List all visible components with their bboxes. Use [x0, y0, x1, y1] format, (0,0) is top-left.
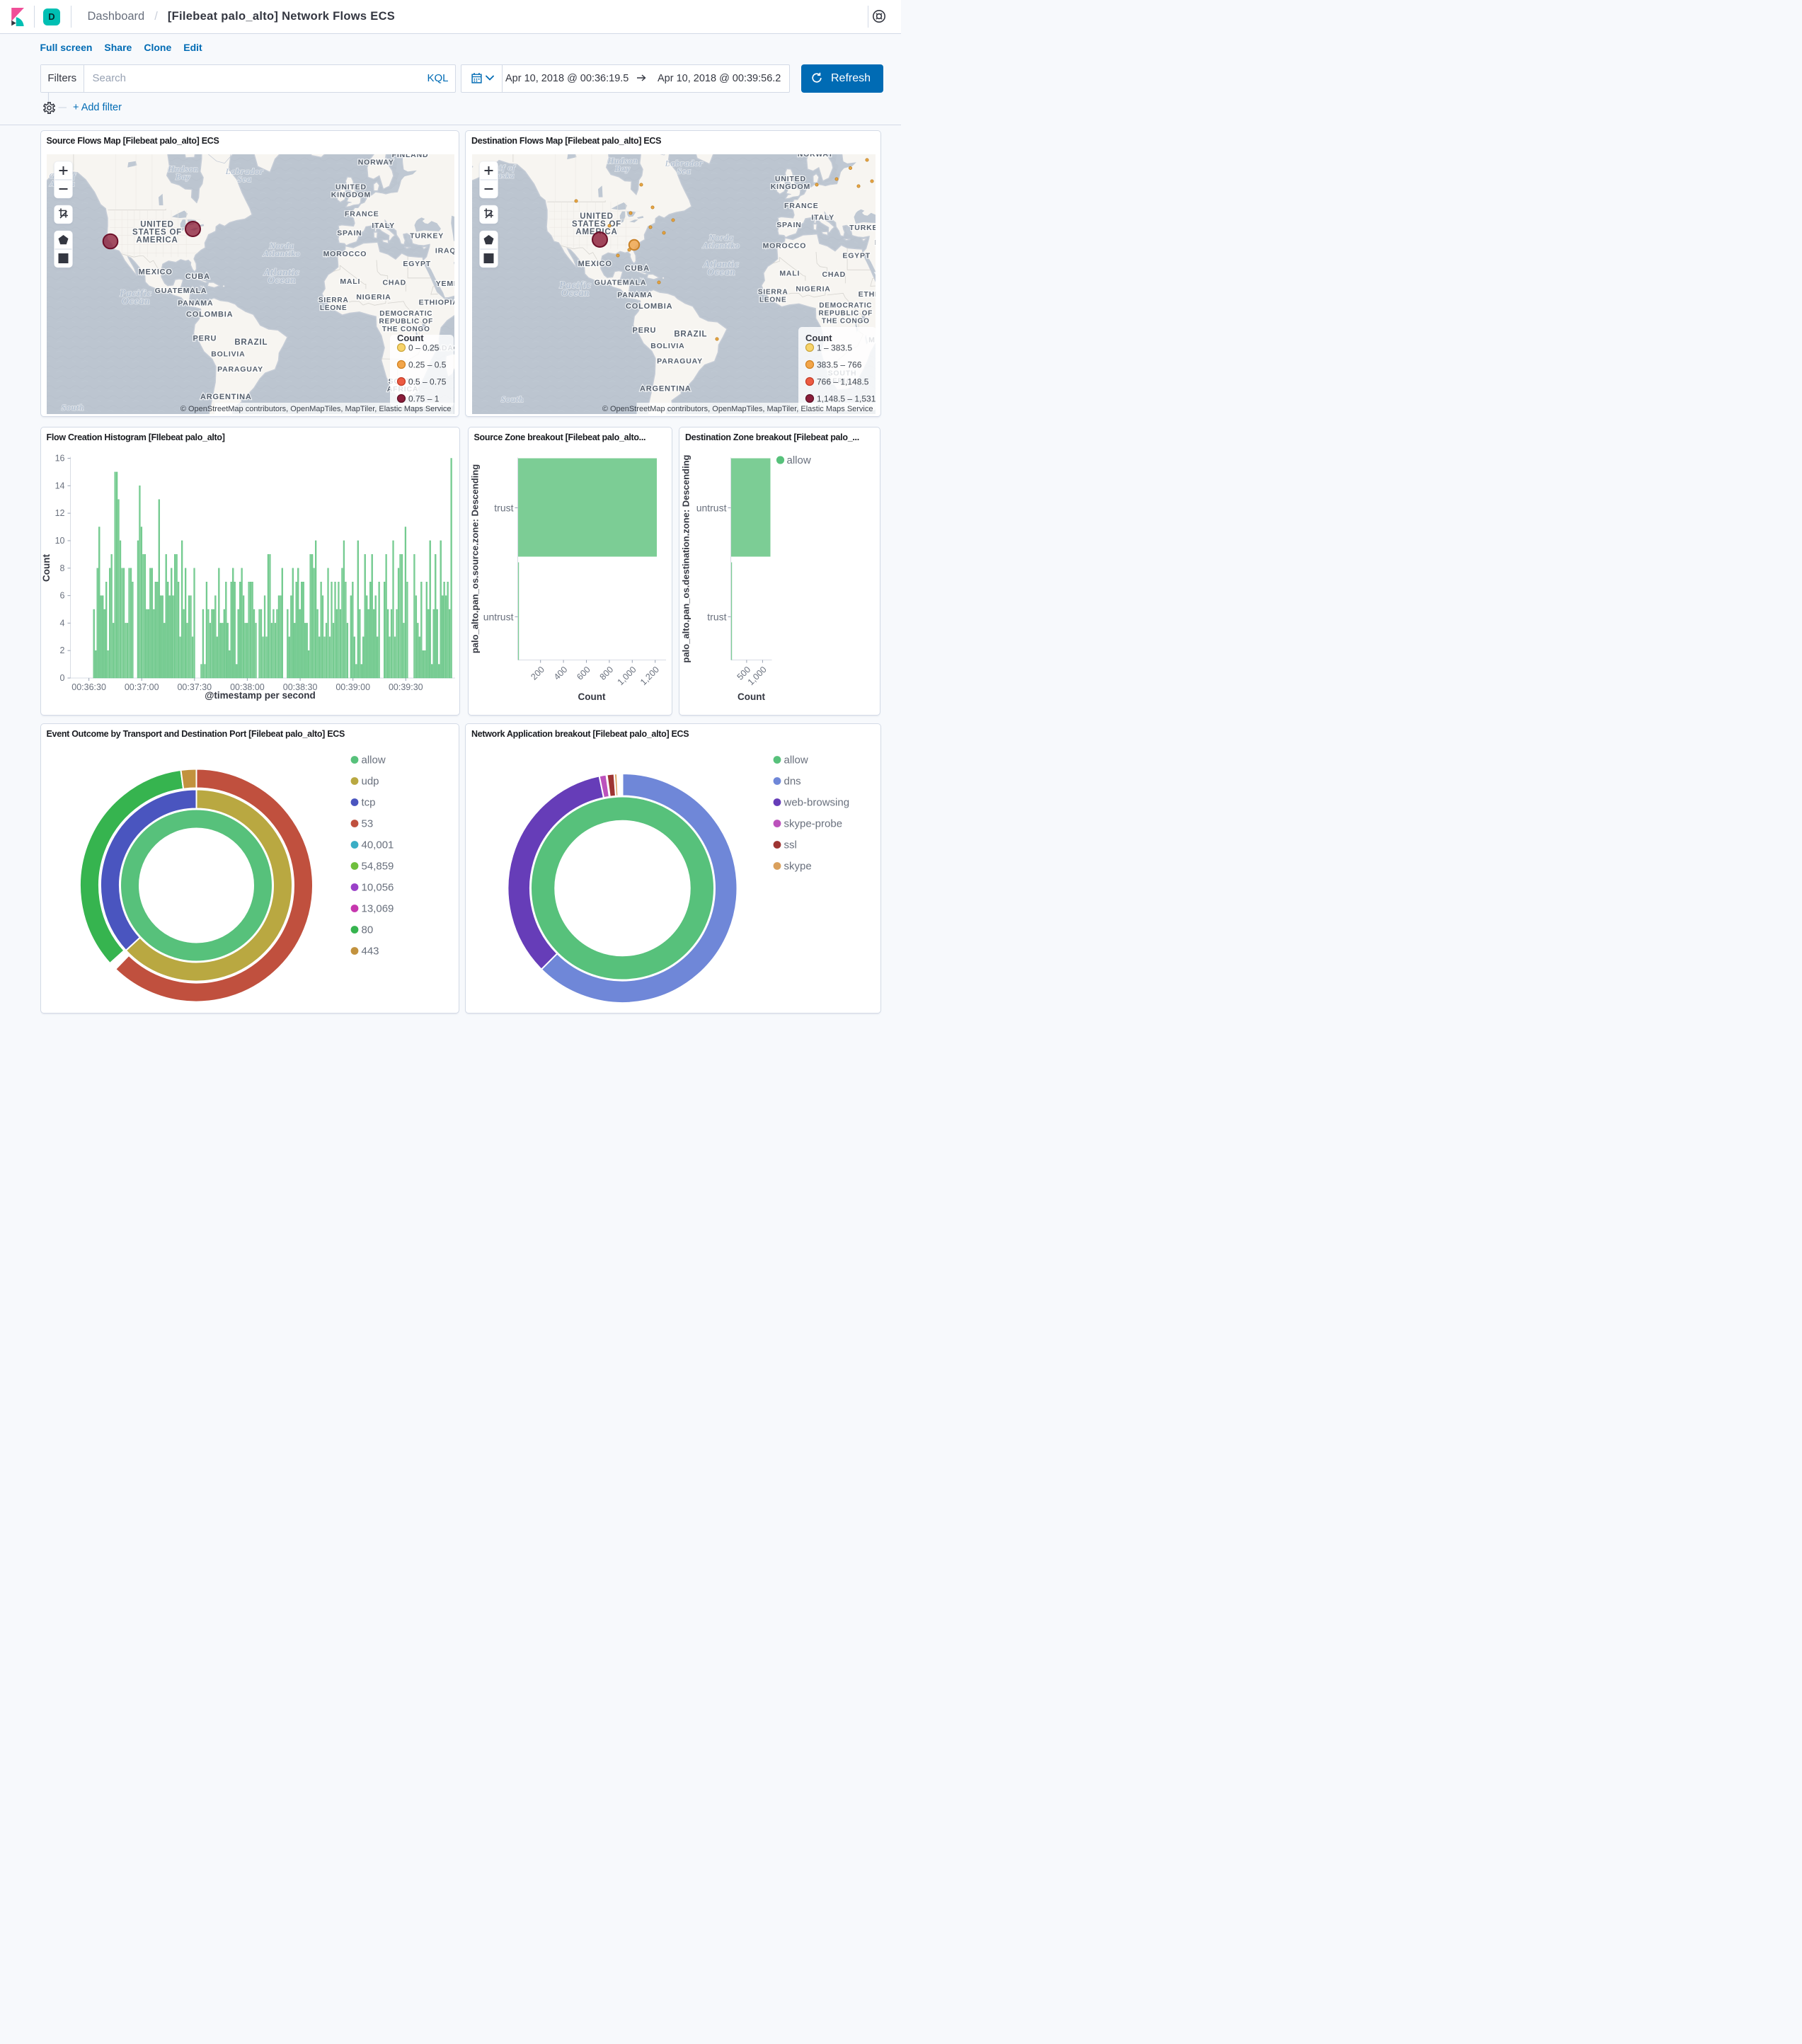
svg-text:10,056: 10,056 [361, 882, 394, 894]
svg-text:Count: Count [738, 691, 765, 702]
svg-text:NORWAY: NORWAY [358, 158, 394, 166]
svg-text:00:37:00: 00:37:00 [124, 682, 159, 692]
svg-text:0 – 0.25: 0 – 0.25 [408, 343, 440, 353]
svg-text:PANAMA: PANAMA [178, 299, 213, 308]
svg-text:PacificOcean: Pacific Ocean [119, 288, 151, 306]
svg-text:skype-probe: skype-probe [784, 818, 843, 830]
svg-text:palo_alto.pan_os.destination.z: palo_alto.pan_os.destination.zone: Desce… [681, 454, 691, 662]
svg-text:80: 80 [361, 924, 373, 936]
svg-text:ETHIOPIA: ETHIOPIA [419, 298, 454, 306]
svg-text:trust: trust [707, 611, 726, 622]
svg-text:allow: allow [361, 754, 385, 766]
svg-text:2: 2 [59, 645, 64, 655]
svg-text:NIGERIA: NIGERIA [356, 293, 391, 302]
svg-text:© OpenStreetMap contributors,: © OpenStreetMap contributors, OpenMapTil… [602, 405, 873, 413]
svg-text:PERU: PERU [193, 334, 217, 343]
svg-text:BOLIVIA: BOLIVIA [211, 350, 245, 359]
svg-text:EGYPT: EGYPT [403, 260, 431, 268]
svg-text:200: 200 [529, 664, 546, 682]
svg-text:tcp: tcp [361, 797, 375, 809]
svg-text:FRANCE: FRANCE [345, 210, 379, 219]
svg-text:54,859: 54,859 [361, 861, 394, 873]
svg-text:12: 12 [54, 508, 64, 518]
svg-text:1,000: 1,000 [746, 664, 769, 687]
svg-text:untrust: untrust [483, 611, 513, 622]
svg-text:CUBA: CUBA [185, 272, 210, 281]
svg-text:SIERRALEONE: SIERRA LEONE [318, 297, 349, 312]
svg-text:South: South [62, 403, 84, 413]
svg-text:Count: Count [805, 333, 832, 343]
svg-text:untrust: untrust [696, 502, 727, 513]
svg-text:dns: dns [784, 776, 801, 788]
svg-text:PARAGUAY: PARAGUAY [217, 365, 263, 374]
svg-text:8: 8 [59, 563, 64, 573]
svg-text:MALI: MALI [340, 277, 360, 286]
svg-text:1,200: 1,200 [638, 664, 661, 687]
svg-text:COLOMBIA: COLOMBIA [186, 311, 233, 319]
svg-text:UNITEDKINGDOM: UNITED KINGDOM [331, 183, 371, 199]
svg-text:0.25 – 0.5: 0.25 – 0.5 [408, 360, 447, 370]
svg-text:TURKEY: TURKEY [410, 231, 444, 240]
svg-text:383.5 – 766: 383.5 – 766 [817, 360, 862, 370]
svg-text:skype: skype [784, 861, 812, 873]
svg-text:6: 6 [59, 590, 64, 600]
svg-text:16: 16 [54, 453, 64, 463]
svg-text:SPAIN: SPAIN [337, 229, 362, 237]
svg-text:ARGENTINA: ARGENTINA [200, 393, 252, 401]
svg-text:53: 53 [361, 818, 373, 830]
svg-text:400: 400 [551, 664, 569, 682]
svg-text:ssl: ssl [784, 839, 797, 851]
svg-text:00:36:30: 00:36:30 [71, 682, 106, 692]
svg-text:FINLAND: FINLAND [392, 154, 429, 159]
svg-text:1 – 383.5: 1 – 383.5 [817, 343, 852, 353]
svg-text:web-browsing: web-browsing [784, 797, 850, 809]
svg-text:10: 10 [54, 535, 64, 545]
svg-text:600: 600 [575, 664, 592, 682]
svg-text:palo_alto.pan_os.source.zone:: palo_alto.pan_os.source.zone: Descending [469, 464, 480, 653]
svg-text:00:39:00: 00:39:00 [335, 682, 370, 692]
svg-text:GUATEMALA: GUATEMALA [155, 287, 207, 295]
svg-text:00:39:30: 00:39:30 [388, 682, 423, 692]
svg-text:IRAQ: IRAQ [435, 247, 454, 256]
svg-text:MOROCCO: MOROCCO [323, 250, 367, 258]
svg-text:udp: udp [361, 776, 379, 788]
svg-text:DEMOCRATICREPUBLIC OFTHE CONGO: DEMOCRATIC REPUBLIC OF THE CONGO [379, 310, 434, 333]
svg-text:1,148.5 – 1,531: 1,148.5 – 1,531 [817, 394, 876, 404]
svg-text:0.5 – 0.75: 0.5 – 0.75 [408, 377, 447, 387]
svg-text:Count: Count [41, 553, 52, 581]
svg-text:14: 14 [54, 481, 64, 490]
svg-text:MEXICO: MEXICO [139, 268, 173, 276]
svg-text:40,001: 40,001 [361, 839, 394, 851]
svg-text:1,000: 1,000 [615, 664, 638, 687]
svg-text:trust: trust [494, 502, 513, 513]
svg-text:0.75 – 1: 0.75 – 1 [408, 394, 440, 404]
svg-text:Count: Count [578, 691, 605, 702]
svg-text:Count: Count [397, 333, 424, 343]
svg-text:13,069: 13,069 [361, 903, 394, 915]
svg-text:CHAD: CHAD [383, 279, 407, 287]
svg-text:766 – 1,148.5: 766 – 1,148.5 [817, 377, 869, 387]
svg-text:AtlanticOcean: Atlantic Ocean [263, 267, 300, 285]
svg-text:443: 443 [361, 946, 379, 958]
svg-text:4: 4 [59, 618, 64, 628]
svg-text:@timestamp per second: @timestamp per second [205, 690, 315, 701]
svg-text:BRAZIL: BRAZIL [234, 338, 268, 347]
svg-text:0: 0 [59, 673, 64, 683]
svg-text:ITALY: ITALY [372, 222, 395, 230]
svg-text:YEMEN: YEMEN [436, 280, 454, 288]
svg-text:© OpenStreetMap contributors,: © OpenStreetMap contributors, OpenMapTil… [180, 405, 452, 413]
svg-text:allow: allow [784, 754, 808, 766]
svg-text:allow: allow [787, 454, 811, 466]
svg-text:800: 800 [597, 664, 615, 682]
